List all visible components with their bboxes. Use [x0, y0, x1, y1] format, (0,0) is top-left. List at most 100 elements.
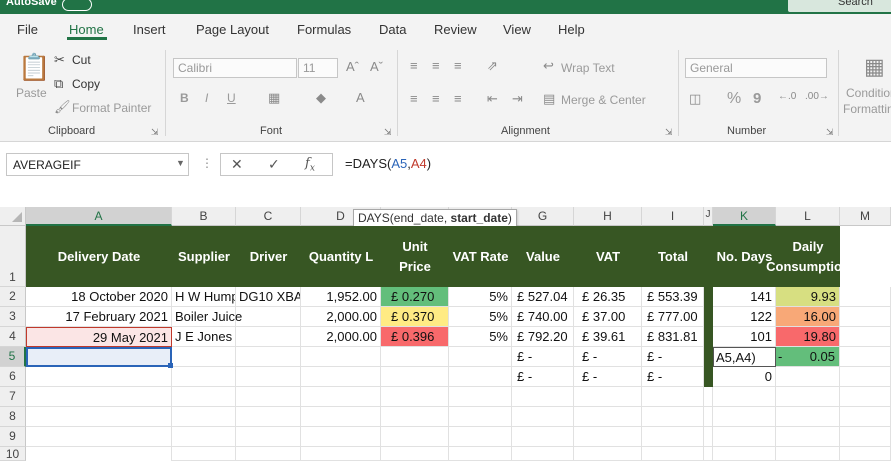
cell-f3[interactable]: 5% — [449, 307, 512, 327]
underline-button[interactable]: U — [227, 91, 236, 105]
cell-d2[interactable]: 1,952.00 — [301, 287, 381, 307]
merge-center-icon[interactable]: ▤ — [543, 91, 555, 107]
cell-c2[interactable]: DG10 XBA — [236, 287, 301, 307]
format-painter-button[interactable]: Format Painter — [72, 101, 151, 115]
cell-f2[interactable]: 5% — [449, 287, 512, 307]
cell-k3[interactable]: 122 — [713, 307, 776, 327]
paste-icon[interactable]: 📋 — [18, 52, 50, 83]
conditional-formatting-label[interactable]: Conditional — [846, 86, 891, 100]
cell-k6[interactable]: 0 — [713, 367, 776, 387]
column-header-i[interactable]: I — [642, 207, 704, 226]
cell-a3[interactable]: 17 February 2021 — [26, 307, 172, 327]
cell-g2[interactable]: £ 527.04 — [512, 287, 574, 307]
header-vat[interactable]: VAT — [574, 226, 642, 287]
font-color-icon[interactable]: A — [356, 90, 365, 105]
header-quantity[interactable]: Quantity L — [301, 226, 381, 287]
font-size-combo[interactable]: 11 — [298, 58, 338, 78]
accounting-format-icon[interactable]: ◫ — [689, 91, 701, 107]
cell-i3[interactable]: £ 777.00 — [642, 307, 704, 327]
increase-indent-icon[interactable]: ⇥ — [512, 91, 523, 107]
italic-button[interactable]: I — [205, 91, 208, 105]
alignment-launcher-icon[interactable]: ⇲ — [665, 127, 673, 138]
cell-f4[interactable]: 5% — [449, 327, 512, 347]
cell-a2[interactable]: 18 October 2020 — [26, 287, 172, 307]
tab-page-layout[interactable]: Page Layout — [196, 22, 269, 37]
cell-g3[interactable]: £ 740.00 — [512, 307, 574, 327]
header-driver[interactable]: Driver — [236, 226, 301, 287]
tab-view[interactable]: View — [503, 22, 531, 37]
merge-center-button[interactable]: Merge & Center — [561, 93, 646, 107]
cell-g5[interactable]: £ - — [512, 347, 574, 367]
cell-b4[interactable]: J E Jones — [172, 327, 236, 347]
enter-icon[interactable]: ✓ — [268, 156, 280, 173]
column-header-k[interactable]: K — [713, 207, 776, 226]
cell-l5[interactable]: - 0.05 — [776, 347, 840, 367]
cell-h3[interactable]: £ 37.00 — [574, 307, 642, 327]
column-header-j[interactable]: J — [704, 207, 713, 226]
cell-i2[interactable]: £ 553.39 — [642, 287, 704, 307]
cell-a5-selected[interactable] — [26, 347, 172, 367]
cell-b2[interactable]: H W Hump — [172, 287, 236, 307]
format-painter-icon[interactable]: 🖌 — [54, 99, 71, 115]
paste-button[interactable]: Paste — [16, 86, 47, 100]
cell-d4[interactable]: 2,000.00 — [301, 327, 381, 347]
align-bottom-icon[interactable]: ≡ — [454, 58, 462, 73]
cell-a4[interactable]: 29 May 2021 — [26, 327, 172, 347]
align-right-icon[interactable]: ≡ — [454, 91, 462, 106]
align-middle-icon[interactable]: ≡ — [432, 58, 440, 73]
autosave-toggle[interactable] — [62, 0, 92, 11]
number-launcher-icon[interactable]: ⇲ — [826, 127, 834, 138]
cell-e3[interactable]: £ 0.370 — [381, 307, 449, 327]
column-header-h[interactable]: H — [574, 207, 642, 226]
header-delivery-date[interactable]: Delivery Date — [26, 226, 172, 287]
percent-button[interactable]: % — [727, 90, 741, 108]
align-top-icon[interactable]: ≡ — [410, 58, 418, 73]
formula-input[interactable]: =DAYS(A5,A4) — [345, 156, 431, 171]
wrap-text-icon[interactable]: ↩ — [543, 58, 554, 74]
font-launcher-icon[interactable]: ⇲ — [384, 127, 392, 138]
cell-l2[interactable]: 9.93 — [776, 287, 840, 307]
cell-g6[interactable]: £ - — [512, 367, 574, 387]
more-options-icon[interactable]: ⋮ — [201, 156, 213, 170]
cancel-icon[interactable]: ✕ — [231, 156, 243, 173]
name-box[interactable]: AVERAGEIF — [6, 153, 189, 176]
select-all-button[interactable] — [0, 207, 26, 226]
cut-button[interactable]: Cut — [72, 53, 91, 67]
column-header-l[interactable]: L — [776, 207, 840, 226]
tab-home[interactable]: Home — [69, 22, 104, 37]
row-header-5[interactable]: 5 — [0, 347, 26, 367]
row-header-9[interactable]: 9 — [0, 427, 26, 447]
cell-i6[interactable]: £ - — [642, 367, 704, 387]
copy-button[interactable]: Copy — [72, 77, 100, 91]
grid-area[interactable] — [840, 287, 891, 461]
cell-h5[interactable]: £ - — [574, 347, 642, 367]
comma-style-button[interactable]: 9 — [753, 90, 761, 107]
tab-formulas[interactable]: Formulas — [297, 22, 351, 37]
cut-icon[interactable]: ✂ — [54, 52, 65, 68]
cell-l3[interactable]: 16.00 — [776, 307, 840, 327]
column-header-a[interactable]: A — [26, 207, 172, 226]
row-header-3[interactable]: 3 — [0, 307, 26, 327]
row-header-8[interactable]: 8 — [0, 407, 26, 427]
cell-l4[interactable]: 19.80 — [776, 327, 840, 347]
header-spacer[interactable] — [704, 226, 713, 287]
shrink-font-icon[interactable]: Aˇ — [370, 59, 383, 74]
align-center-icon[interactable]: ≡ — [432, 91, 440, 106]
wrap-text-button[interactable]: Wrap Text — [561, 61, 615, 75]
cell-i4[interactable]: £ 831.81 — [642, 327, 704, 347]
cell-i5[interactable]: £ - — [642, 347, 704, 367]
number-format-combo[interactable]: General — [685, 58, 827, 78]
row-header-2[interactable]: 2 — [0, 287, 26, 307]
search-box[interactable]: Search — [788, 0, 891, 12]
cell-h6[interactable]: £ - — [574, 367, 642, 387]
column-header-b[interactable]: B — [172, 207, 236, 226]
tab-review[interactable]: Review — [434, 22, 477, 37]
decrease-indent-icon[interactable]: ⇤ — [487, 91, 498, 107]
tab-help[interactable]: Help — [558, 22, 585, 37]
grow-font-icon[interactable]: Aˆ — [346, 59, 359, 74]
column-header-m[interactable]: M — [840, 207, 891, 226]
clipboard-launcher-icon[interactable]: ⇲ — [151, 127, 159, 138]
conditional-formatting-label-2[interactable]: Formatting — [843, 102, 891, 116]
header-total[interactable]: Total — [642, 226, 704, 287]
cell-h2[interactable]: £ 26.35 — [574, 287, 642, 307]
